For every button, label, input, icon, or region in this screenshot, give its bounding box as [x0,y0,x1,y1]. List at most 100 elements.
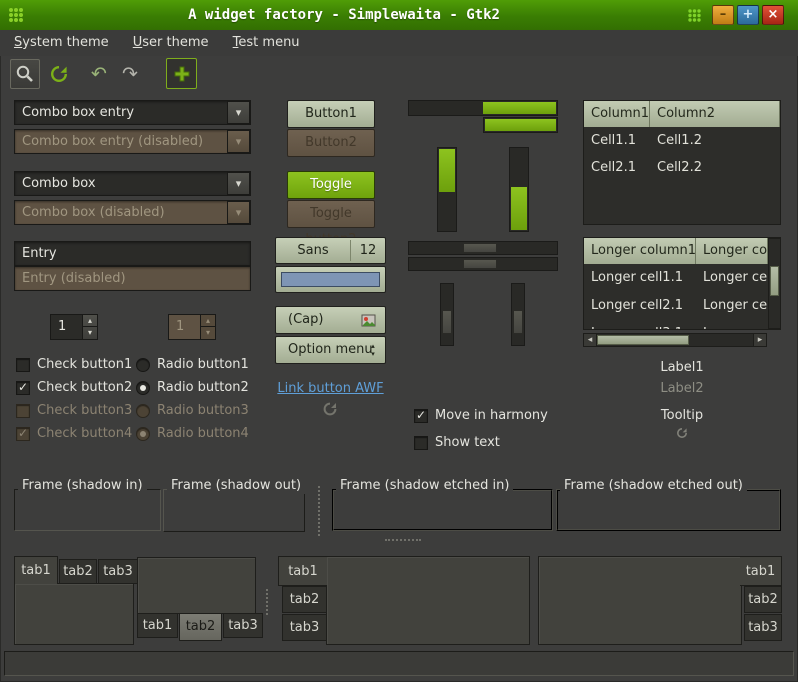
color-button[interactable] [275,266,386,293]
close-button[interactable]: × [762,5,784,25]
scrollbar-handle[interactable] [463,243,497,253]
text-entry[interactable]: Entry [14,241,251,266]
toggle-button2-disabled: Toggle button2 [287,200,375,228]
tab-bottom-3[interactable]: tab3 [223,613,263,638]
spinner-icon [676,427,688,439]
color-swatch [281,272,380,287]
vertical-scrollbar-1[interactable] [440,283,454,346]
tab-top-2[interactable]: tab2 [59,559,97,584]
close-icon: × [768,7,779,22]
tree-vertical-scrollbar[interactable] [768,238,781,329]
window-title: A widget factory - Simplewaita - Gtk2 [0,0,688,30]
tree-cell[interactable]: Cell1.2 [650,127,780,154]
tree-view-2[interactable]: Longer column1 Longer co Longer cell1.1 … [583,237,781,330]
button1[interactable]: Button1 [287,100,375,128]
spin-button-disabled: 1 ▴ ▾ [168,314,216,340]
scrollbar-handle[interactable] [770,266,779,296]
checkbox-box: ✓ [414,409,428,423]
menubar: System theme User theme Test menu [0,30,798,56]
radio-circle [136,404,150,418]
tree-cell[interactable]: Longer ce [696,264,768,291]
minimize-button[interactable]: – [712,5,734,25]
spin-down-icon[interactable]: ▾ [83,327,97,339]
combo-box-entry-dropdown[interactable]: ▾ [227,101,250,124]
spin-up-icon[interactable]: ▴ [83,315,97,327]
scrollbar-handle[interactable] [463,259,497,269]
window: A widget factory - Simplewaita - Gtk2 – … [0,0,798,682]
tab-left-2[interactable]: tab2 [282,586,327,613]
option-menu[interactable]: Option menu ▴▾ [275,336,386,364]
tab-top-3[interactable]: tab3 [98,559,138,584]
add-button[interactable] [166,58,197,89]
tab-bottom-2[interactable]: tab2 [179,613,222,641]
refresh-button[interactable] [44,59,74,89]
zoom-button[interactable] [10,59,40,89]
tab-left-1[interactable]: tab1 [278,556,327,586]
tab-right-3[interactable]: tab3 [744,614,782,641]
tab-left-3[interactable]: tab3 [282,614,327,641]
toggle-button1[interactable]: Toggle button1 [287,171,375,199]
frame-label: Frame (shadow etched out) [560,478,747,494]
vertical-scale-1[interactable] [437,147,457,232]
radio-circle [136,427,150,441]
tab-bottom-1[interactable]: tab1 [137,613,178,638]
horizontal-scrollbar-1[interactable] [408,241,558,255]
tree-cell[interactable]: Longer ce [696,292,768,319]
tree-cell[interactable]: Longer cell3.1 [584,320,696,330]
undo-button[interactable]: ↶ [84,59,114,89]
combo-box-entry[interactable]: Combo box entry [14,100,251,125]
tree-view-1[interactable]: Column1 Column2 Cell1.1 Cell1.2 Cell2.1 … [583,100,781,225]
maximize-button[interactable]: + [737,5,759,25]
link-button[interactable]: Link button AWF [277,381,383,396]
spin-value: 1 [169,315,200,339]
spin-button[interactable]: 1 ▴ ▾ [50,314,98,340]
undo-icon: ↶ [91,65,107,84]
titlebar[interactable]: A widget factory - Simplewaita - Gtk2 – … [0,0,798,30]
scale-slider[interactable] [511,187,527,230]
tree-cell[interactable]: Longer cell1.1 [584,264,696,291]
tree-column-header[interactable]: Longer column1 [584,238,696,264]
tooltip-label: Tooltip [583,408,781,424]
tree-column-header[interactable]: Longer co [696,238,768,264]
frame-label: Frame (shadow out) [167,478,305,494]
label2-disabled: Label2 [583,381,781,397]
scrollbar-handle[interactable] [513,310,523,334]
tree-column-header[interactable]: Column2 [650,101,780,127]
maximize-icon: + [743,7,754,22]
redo-button[interactable]: ↷ [115,59,145,89]
tab-right-2[interactable]: tab2 [744,586,782,613]
tab-right-1[interactable]: tab1 [740,556,782,586]
font-button[interactable]: Sans 12 [275,237,386,264]
font-size: 12 [351,238,385,263]
label1: Label1 [583,360,781,376]
menu-system-theme[interactable]: System theme [4,30,119,56]
horizontal-scrollbar-2[interactable] [408,257,558,271]
tree-column-header[interactable]: Column1 [584,101,650,127]
checkbox-box [16,358,30,372]
arrow-right-icon[interactable]: ▸ [753,334,766,346]
menu-user-theme[interactable]: User theme [123,30,219,56]
tree-horizontal-scrollbar[interactable]: ◂ ▸ [583,333,767,347]
arrow-left-icon[interactable]: ◂ [584,334,597,346]
frame-etched-in [332,489,553,531]
scrollbar-handle[interactable] [442,310,452,334]
cap-button[interactable]: (Cap) [275,306,386,334]
scrollbar-handle[interactable] [597,335,689,345]
tree-cell[interactable]: Cell2.1 [584,154,650,181]
tree-cell[interactable]: Cell2.2 [650,154,780,181]
dots-grid-icon[interactable] [687,8,702,23]
tree-cell[interactable]: Longer cell2.1 [584,292,696,319]
tree-cell[interactable]: Longer ce [696,320,768,330]
scale-slider[interactable] [439,149,455,192]
vertical-scrollbar-2[interactable] [511,283,525,346]
notebook-panel-3 [326,556,530,645]
vertical-scale-2[interactable] [509,147,529,232]
tab-top-1[interactable]: tab1 [14,556,58,584]
combo-box-disabled: Combo box (disabled) [14,200,251,225]
combo-box[interactable]: Combo box [14,171,251,196]
checkbox-box: ✓ [16,381,30,395]
combo-box-dropdown[interactable]: ▾ [227,172,250,195]
reload-icon[interactable] [322,401,338,417]
tree-cell[interactable]: Cell1.1 [584,127,650,154]
menu-test-menu[interactable]: Test menu [223,30,310,56]
